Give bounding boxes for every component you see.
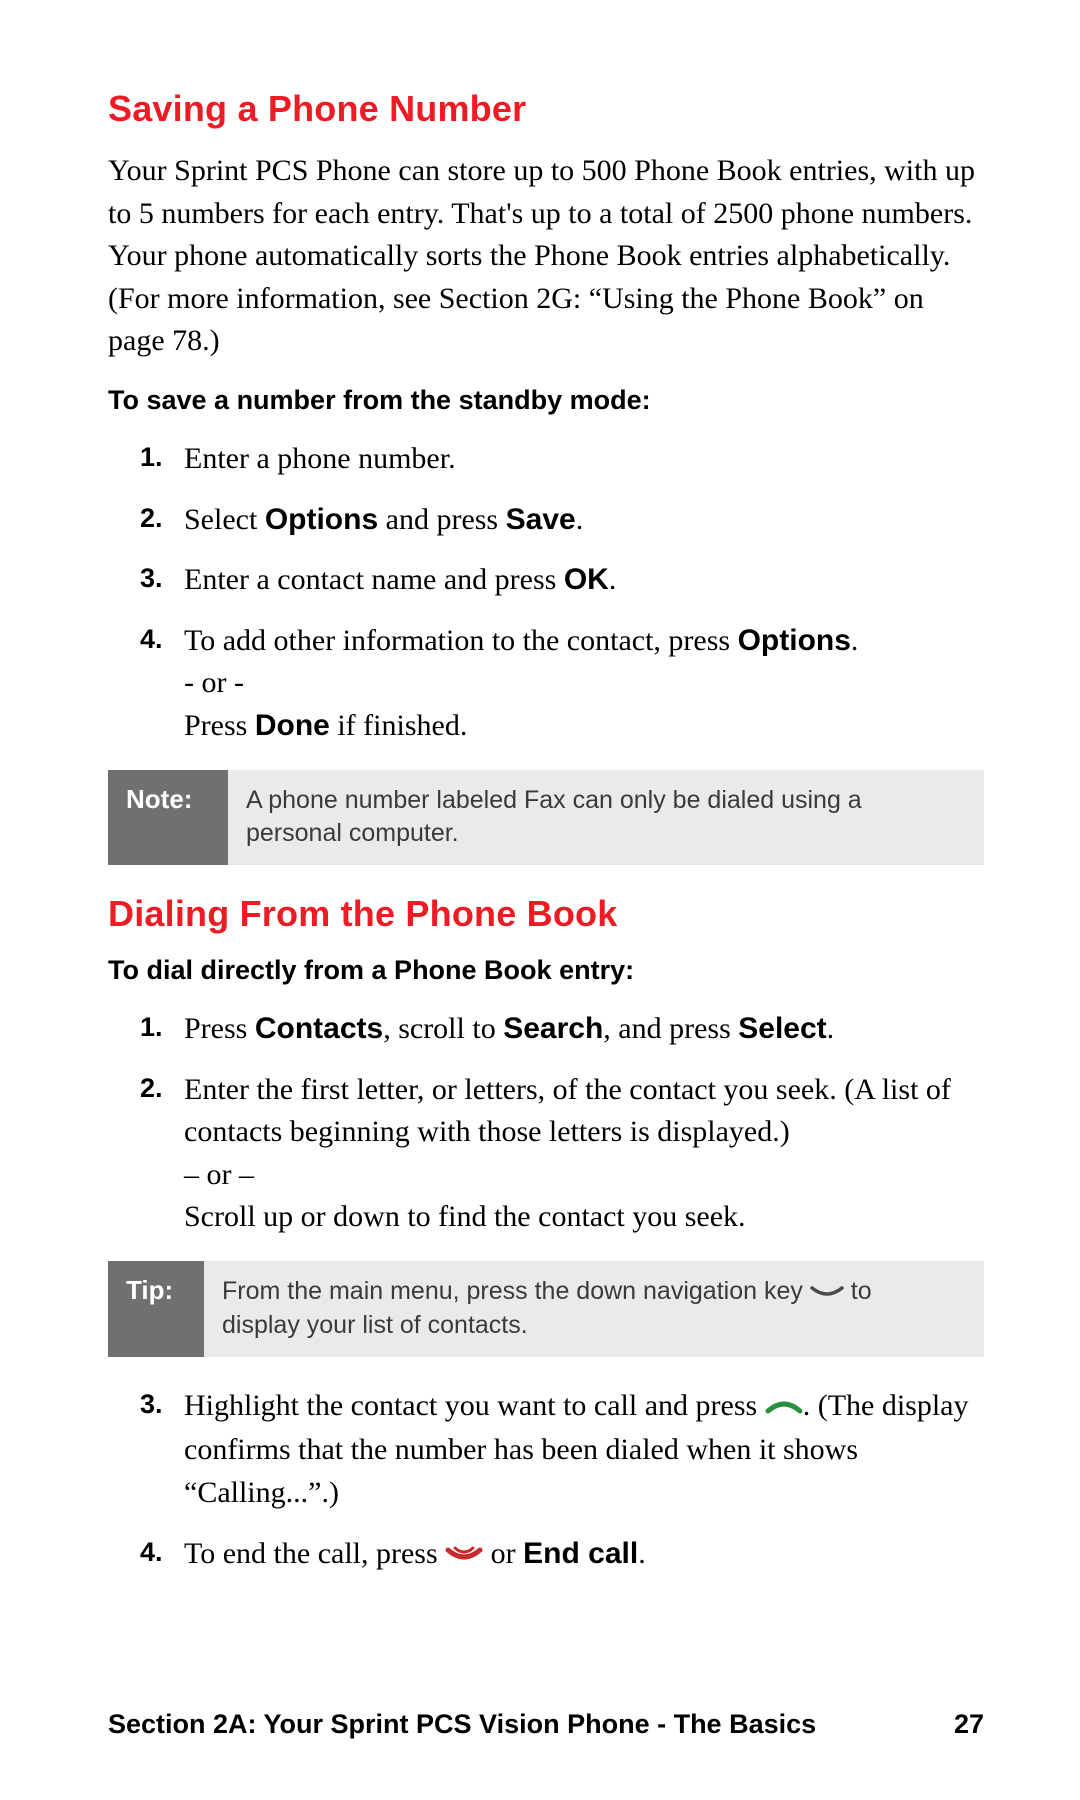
bold-save: Save bbox=[506, 503, 576, 536]
bold-contacts: Contacts bbox=[255, 1012, 383, 1045]
bold-options: Options bbox=[738, 624, 851, 657]
bold-end-call: End call bbox=[523, 1537, 638, 1570]
step-text: . bbox=[638, 1537, 646, 1570]
step-number: 1. bbox=[140, 438, 163, 476]
step-text: , scroll to bbox=[383, 1012, 503, 1045]
step-text: Enter a contact name and press bbox=[184, 563, 564, 596]
step-text: Highlight the contact you want to call a… bbox=[184, 1389, 765, 1422]
sub-instruction-save: To save a number from the standby mode: bbox=[108, 385, 984, 416]
step-4: 4. To end the call, press or End call. bbox=[148, 1533, 984, 1577]
tip-label: Tip: bbox=[108, 1261, 204, 1357]
note-label: Note: bbox=[108, 770, 228, 866]
step-3: 3. Enter a contact name and press OK. bbox=[148, 559, 984, 602]
step-text: To add other information to the contact,… bbox=[184, 624, 738, 657]
step-3: 3. Highlight the contact you want to cal… bbox=[148, 1385, 984, 1515]
call-red-icon bbox=[445, 1534, 483, 1577]
step-text: and press bbox=[378, 503, 505, 536]
tip-text: From the main menu, press the down navig… bbox=[204, 1261, 984, 1357]
steps-dial-a: 1. Press Contacts, scroll to Search, and… bbox=[108, 1008, 984, 1239]
step-text: Scroll up or down to find the contact yo… bbox=[184, 1196, 984, 1239]
step-4: 4. To add other information to the conta… bbox=[148, 620, 984, 748]
step-text: or bbox=[491, 1537, 524, 1570]
step-text: Select bbox=[184, 503, 265, 536]
nav-down-icon bbox=[810, 1276, 844, 1310]
note-text: A phone number labeled Fax can only be d… bbox=[228, 770, 984, 866]
bold-search: Search bbox=[503, 1012, 603, 1045]
footer-page-number: 27 bbox=[954, 1709, 984, 1740]
step-text: Enter a phone number. bbox=[184, 442, 456, 475]
sub-instruction-dial: To dial directly from a Phone Book entry… bbox=[108, 955, 984, 986]
step-or: - or - bbox=[184, 662, 984, 705]
bold-options: Options bbox=[265, 503, 378, 536]
step-text: . bbox=[576, 503, 584, 536]
bold-select: Select bbox=[738, 1012, 826, 1045]
step-number: 2. bbox=[140, 1069, 163, 1107]
step-number: 4. bbox=[140, 1533, 163, 1571]
step-or: – or – bbox=[184, 1154, 984, 1197]
page-footer: Section 2A: Your Sprint PCS Vision Phone… bbox=[108, 1709, 984, 1740]
step-1: 1. Press Contacts, scroll to Search, and… bbox=[148, 1008, 984, 1051]
tip-before: From the main menu, press the down navig… bbox=[222, 1277, 810, 1305]
step-number: 4. bbox=[140, 620, 163, 658]
step-number: 1. bbox=[140, 1008, 163, 1046]
tip-callout: Tip: From the main menu, press the down … bbox=[108, 1261, 984, 1357]
step-text: Press bbox=[184, 1012, 255, 1045]
step-number: 3. bbox=[140, 1385, 163, 1423]
steps-dial-b: 3. Highlight the contact you want to cal… bbox=[108, 1385, 984, 1577]
step-number: 2. bbox=[140, 499, 163, 537]
step-2: 2. Select Options and press Save. bbox=[148, 499, 984, 542]
steps-save: 1. Enter a phone number. 2. Select Optio… bbox=[108, 438, 984, 748]
step-1: 1. Enter a phone number. bbox=[148, 438, 984, 481]
heading-dialing-phone-book: Dialing From the Phone Book bbox=[108, 893, 984, 935]
heading-saving-phone-number: Saving a Phone Number bbox=[108, 88, 984, 130]
intro-paragraph: Your Sprint PCS Phone can store up to 50… bbox=[108, 150, 984, 363]
step-number: 3. bbox=[140, 559, 163, 597]
bold-done: Done bbox=[255, 709, 330, 742]
step-2: 2. Enter the first letter, or letters, o… bbox=[148, 1069, 984, 1239]
footer-section: Section 2A: Your Sprint PCS Vision Phone… bbox=[108, 1709, 816, 1740]
step-text: Enter the first letter, or letters, of t… bbox=[184, 1073, 951, 1149]
bold-ok: OK bbox=[564, 563, 609, 596]
step-text: . bbox=[609, 563, 617, 596]
step-text: . bbox=[851, 624, 859, 657]
step-text: Press Done if finished. bbox=[184, 705, 984, 748]
call-green-icon bbox=[765, 1387, 803, 1430]
step-text: , and press bbox=[603, 1012, 738, 1045]
step-text: . bbox=[827, 1012, 835, 1045]
note-callout: Note: A phone number labeled Fax can onl… bbox=[108, 770, 984, 866]
step-text: To end the call, press bbox=[184, 1537, 445, 1570]
